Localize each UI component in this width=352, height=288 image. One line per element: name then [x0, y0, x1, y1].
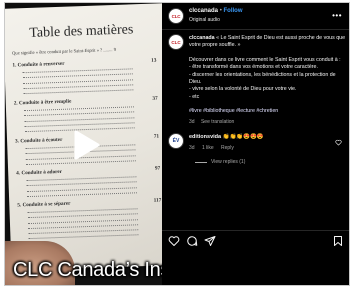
chapter-title: 3. Conduite à écouter: [15, 136, 63, 145]
chapter-title: 1. Conduite à renverser: [12, 60, 65, 69]
comment-text: 👏👏👏😍😍😍: [222, 134, 264, 140]
share-icon[interactable]: [204, 235, 216, 247]
actions-divider: [162, 230, 349, 231]
separator-dot: •: [219, 8, 222, 14]
heart-icon[interactable]: [168, 235, 180, 247]
reply-button[interactable]: Reply: [221, 145, 234, 151]
chapter-page: 71: [153, 133, 160, 140]
avatar[interactable]: CLC: [168, 8, 184, 24]
post-username[interactable]: clccanada: [189, 8, 218, 14]
chapter-page: 13: [151, 57, 157, 64]
book-toc-title: Table des matières: [29, 22, 134, 41]
more-options-icon[interactable]: •••: [332, 11, 342, 20]
book-chapter: 5. Conduite à se séparer 117: [17, 197, 162, 240]
comment-time: 3d: [189, 145, 195, 151]
see-translation-link[interactable]: See translation: [201, 119, 234, 125]
caption-bullet: - etc: [189, 93, 200, 100]
avatar[interactable]: CLC: [168, 34, 184, 50]
avatar[interactable]: ÉV: [168, 133, 184, 149]
avatar-logo-text: ÉV: [172, 138, 180, 144]
chapter-page: 37: [152, 95, 158, 102]
post-video[interactable]: Table des matières Que signifie « être c…: [5, 3, 162, 285]
post-side-panel: CLC clccanada • Follow Original audio ••…: [162, 3, 349, 285]
chapter-title: 2. Conduite à être remplie: [13, 98, 72, 107]
video-caption-overlay: CLC Canada’s Instagram: [13, 259, 162, 281]
instagram-post: Table des matières Que signifie « être c…: [4, 2, 350, 286]
post-header: CLC clccanada • Follow Original audio ••…: [168, 7, 344, 27]
caption-time: 3d: [189, 118, 195, 125]
post-username-row: clccanada • Follow: [189, 8, 242, 14]
chapter-title: 4. Conduite à adorer: [16, 168, 63, 177]
chapter-page: 117: [153, 197, 162, 204]
book-toc-intro: Que signifie « être conduit par le Saint…: [11, 46, 117, 56]
follow-button[interactable]: Follow: [223, 8, 242, 14]
save-icon[interactable]: [332, 235, 344, 247]
caption-hashtags[interactable]: #livre #bibliotheque #lecture #chretien: [189, 108, 278, 114]
caption-meta: 3d See translation: [189, 119, 346, 126]
comment-icon[interactable]: [186, 235, 198, 247]
avatar-logo-text: CLC: [171, 13, 181, 19]
view-replies-button[interactable]: View replies (1): [195, 159, 329, 165]
caption-bullet: - être transformé dans vos émotions et v…: [189, 64, 318, 71]
comment-username[interactable]: editionsvida: [189, 134, 221, 140]
caption-intro: Découvrer dans ce livre comment le Saint…: [189, 56, 341, 63]
avatar-logo-text: CLC: [171, 39, 181, 45]
chapter-page: 97: [154, 165, 161, 172]
audio-label[interactable]: Original audio: [189, 17, 220, 23]
heart-icon[interactable]: [335, 139, 342, 146]
book-chapter: 4. Conduite à adorer 97: [16, 165, 161, 197]
view-replies-label: View replies (1): [211, 159, 246, 165]
caption-bullet: - vivre selon la volonté de Dieu pour vo…: [189, 86, 297, 93]
caption-username[interactable]: clccanada: [189, 35, 215, 41]
caption-text: clccanada « Le Saint Esprit de Dieu est …: [189, 35, 346, 126]
post-actions-bar: [168, 235, 344, 249]
comment-likes[interactable]: 1 like: [202, 145, 214, 151]
header-divider: [162, 29, 349, 30]
screenshot-frame: Table des matières Que signifie « être c…: [0, 0, 352, 288]
caption-bullet: - discerner les orientations, les bénédi…: [189, 71, 336, 86]
book-chapter: 1. Conduite à renverser 13: [12, 58, 157, 95]
play-icon[interactable]: [67, 127, 103, 163]
comment-meta: 3d 1 like Reply: [189, 145, 329, 151]
comment-body: editionsvida 👏👏👏😍😍😍 3d 1 like Reply View…: [189, 134, 329, 165]
chapter-title: 5. Conduite à se séparer: [17, 200, 71, 209]
